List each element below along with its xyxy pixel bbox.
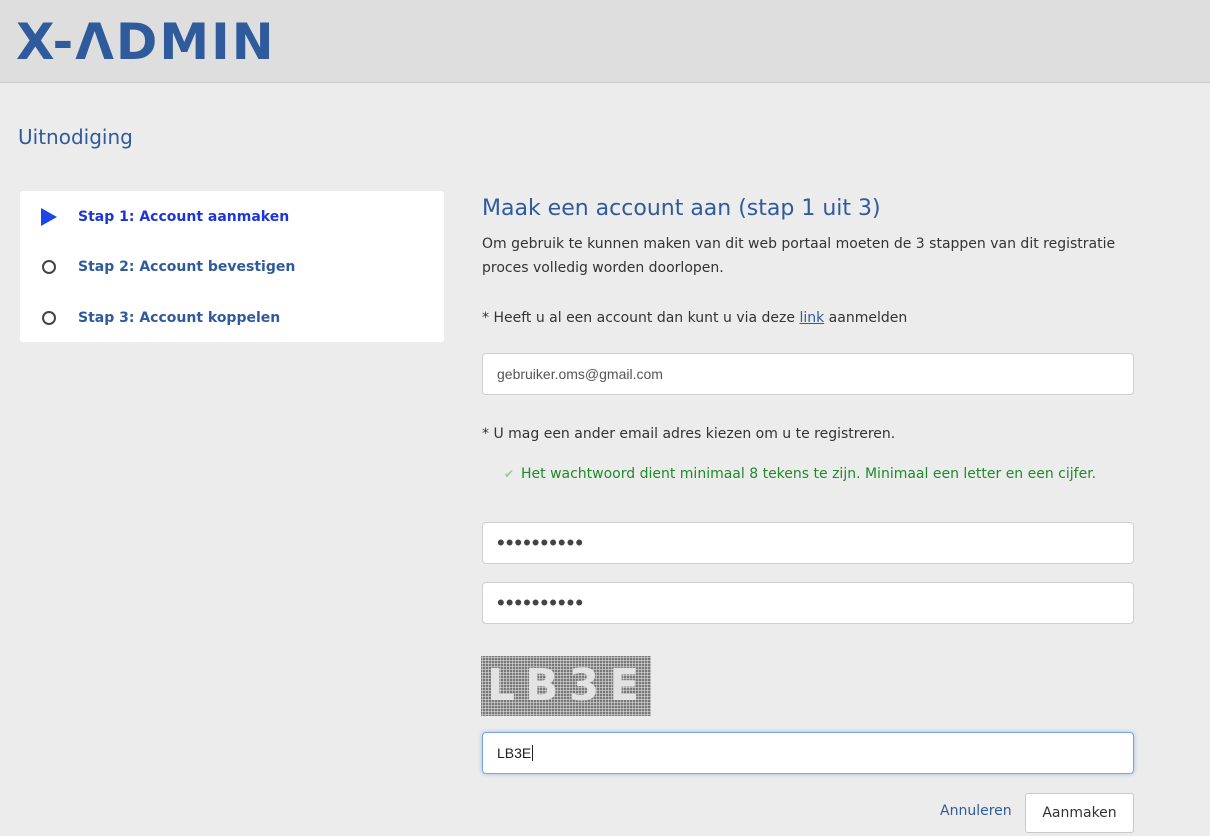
step-3: Stap 3: Account koppelen — [38, 306, 280, 330]
cancel-link[interactable]: Annuleren — [940, 803, 1012, 819]
password-input[interactable]: •••••••••• — [482, 522, 1134, 564]
step-label: Stap 2: Account bevestigen — [78, 259, 296, 275]
play-triangle-icon — [38, 206, 60, 228]
login-hint-suffix: aanmelden — [828, 310, 908, 326]
form-header: Maak een account aan (stap 1 uit 3) — [482, 195, 1134, 223]
app-logo: X-ΛDMIN — [16, 13, 276, 71]
login-hint-prefix: * Heeft u al een account dan kunt u via … — [482, 310, 795, 326]
login-link[interactable]: link — [799, 310, 824, 326]
email-value: gebruiker.oms@gmail.com — [497, 366, 663, 382]
step-label: Stap 3: Account koppelen — [78, 310, 281, 326]
circle-icon — [38, 256, 60, 278]
step-label: Stap 1: Account aanmaken — [78, 209, 290, 225]
password-confirm-value: •••••••••• — [497, 590, 585, 615]
top-header: X-ΛDMIN — [0, 0, 1210, 83]
step-1: Stap 1: Account aanmaken — [38, 205, 289, 229]
check-icon: ✔ — [504, 467, 515, 481]
form-title: Maak een account aan (stap 1 uit 3) — [482, 196, 881, 221]
text-caret — [532, 745, 534, 761]
step-2: Stap 2: Account bevestigen — [38, 255, 295, 279]
email-input[interactable]: gebruiker.oms@gmail.com — [482, 353, 1134, 395]
form-intro: Om gebruik te kunnen maken van dit web p… — [482, 236, 1116, 276]
captcha-text: LB3E — [487, 660, 650, 711]
captcha-input[interactable]: LB3E — [482, 732, 1134, 774]
steps-panel: Stap 1: Account aanmaken Stap 2: Account… — [20, 191, 444, 342]
captcha-image: LB3E — [481, 656, 651, 716]
submit-button[interactable]: Aanmaken — [1025, 793, 1134, 833]
password-confirm-input[interactable]: •••••••••• — [482, 582, 1134, 624]
circle-icon — [38, 307, 60, 329]
password-requirement-text: Het wachtwoord dient minimaal 8 tekens t… — [521, 466, 1097, 482]
password-value: •••••••••• — [497, 530, 585, 555]
captcha-input-value: LB3E — [497, 745, 532, 761]
password-requirement-note: ✔ Het wachtwoord dient minimaal 8 tekens… — [504, 462, 1134, 486]
login-hint: * Heeft u al een account dan kunt u via … — [482, 306, 907, 330]
page-title: Uitnodiging — [18, 125, 133, 149]
email-hint: * U mag een ander email adres kiezen om … — [482, 426, 896, 442]
